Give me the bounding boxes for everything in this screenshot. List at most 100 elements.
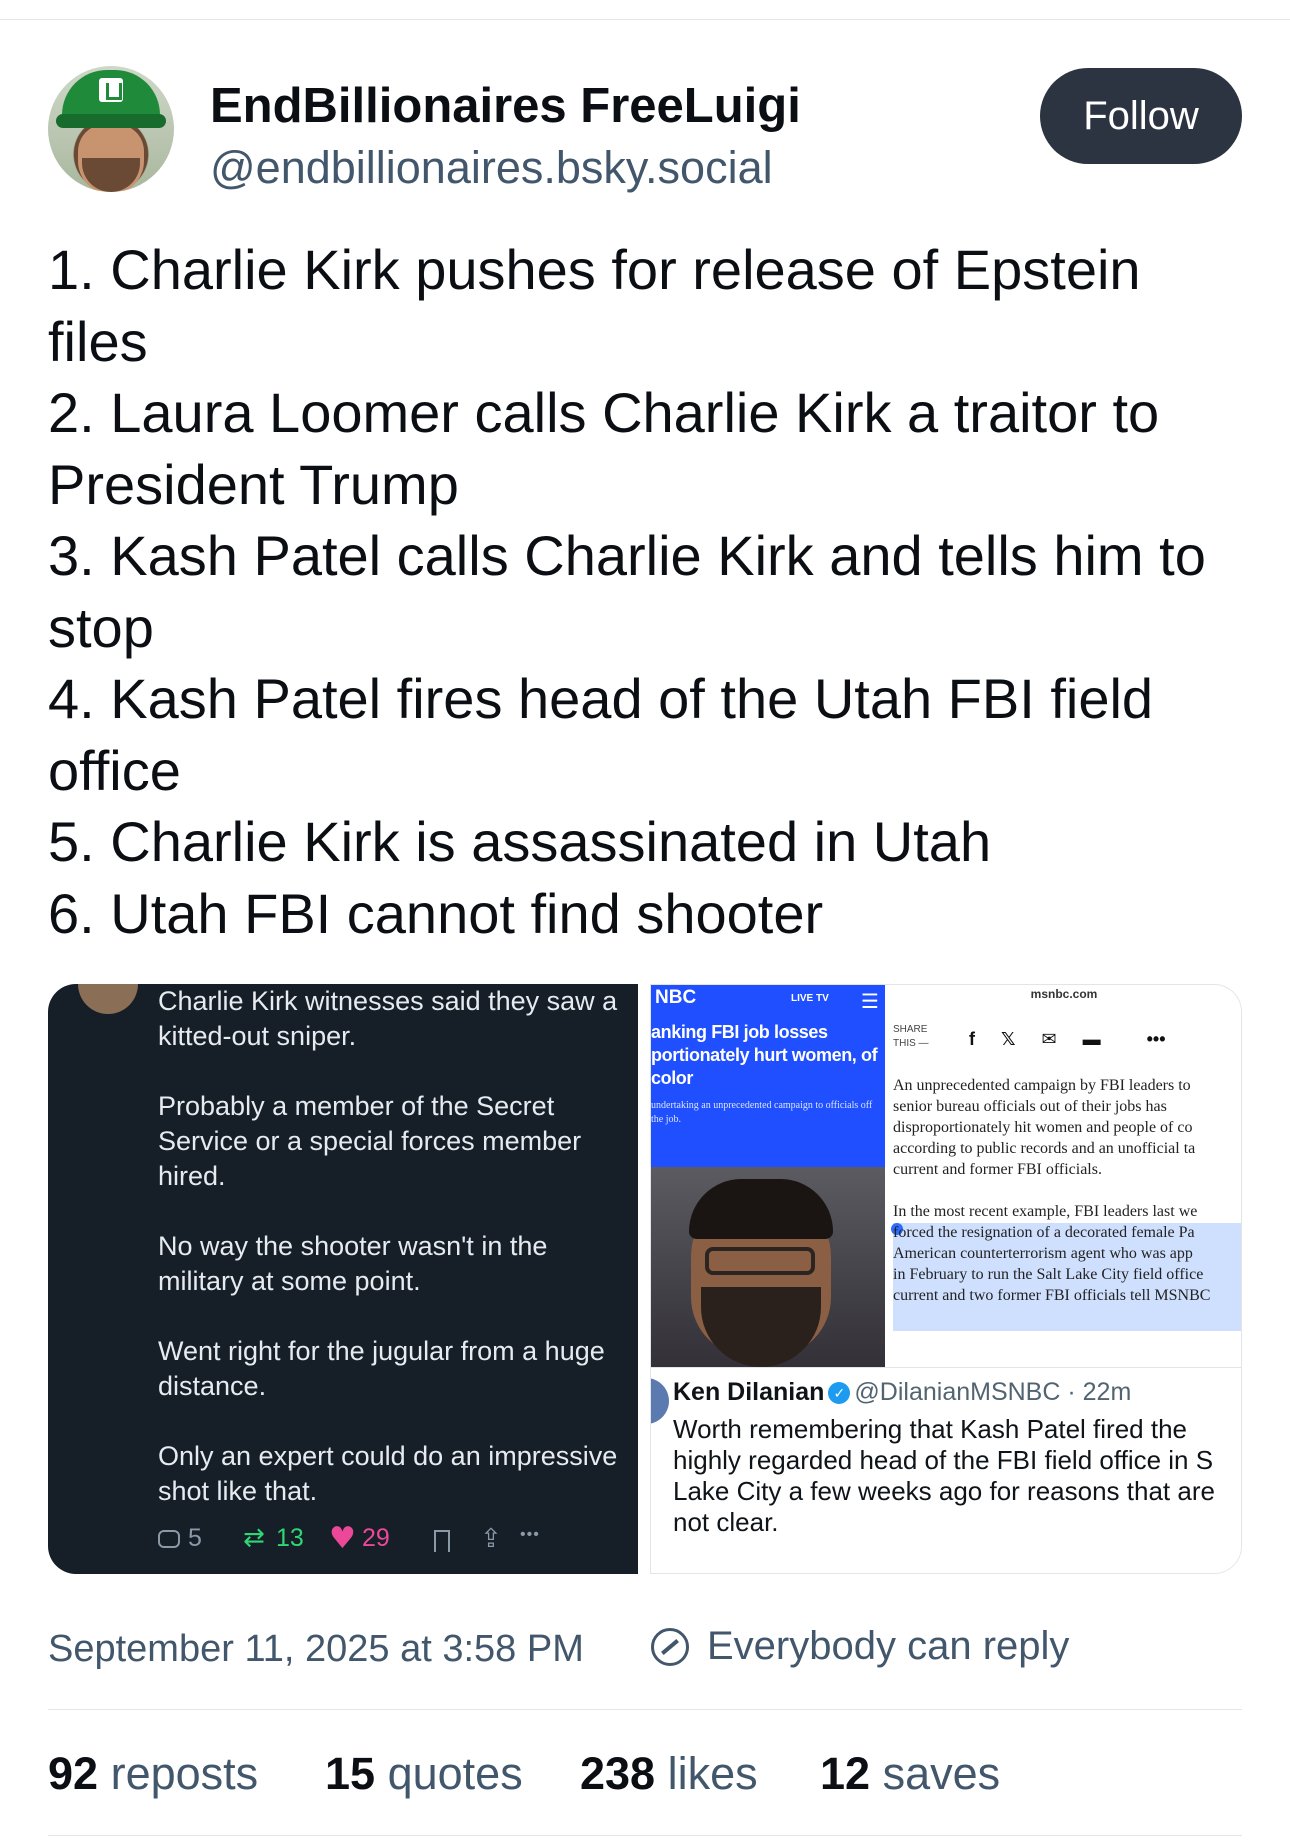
reply-icon bbox=[158, 1529, 180, 1548]
tweet-text: Worth remembering that Kash Patel fired … bbox=[673, 1414, 1233, 1538]
message-icon: ▬ bbox=[1082, 1029, 1101, 1049]
screenshot-reply-count: 5 bbox=[188, 1524, 202, 1552]
share-icon bbox=[480, 1524, 504, 1554]
facebook-icon: f bbox=[969, 1029, 975, 1049]
screenshot-repost-count: 13 bbox=[276, 1524, 304, 1552]
screenshot-reposts: 13 bbox=[243, 1523, 304, 1553]
article-line: An unprecedented campaign by FBI leaders… bbox=[893, 1077, 1191, 1094]
tweet-line: Lake City a few weeks ago for reasons th… bbox=[673, 1476, 1215, 1506]
likes-label: likes bbox=[667, 1748, 758, 1799]
attached-image-left[interactable]: Charlie Kirk witnesses said they saw a k… bbox=[48, 984, 638, 1574]
follow-button[interactable]: Follow bbox=[1040, 68, 1242, 164]
divider bbox=[48, 1835, 1242, 1836]
x-icon: 𝕏 bbox=[1001, 1029, 1016, 1049]
reposts-stat[interactable]: 92 reposts bbox=[48, 1748, 258, 1800]
msnbc-article-text: An unprecedented campaign by FBI leaders… bbox=[885, 1075, 1241, 1306]
quotes-stat[interactable]: 15 quotes bbox=[325, 1748, 523, 1800]
live-tv-label: LIVE TV bbox=[791, 993, 829, 1004]
reply-restriction-icon bbox=[651, 1628, 689, 1666]
post-line: 3. Kash Patel calls Charlie Kirk and tel… bbox=[48, 524, 1206, 587]
post-line: files bbox=[48, 309, 148, 373]
verified-icon: ✓ bbox=[828, 1382, 851, 1404]
repost-icon bbox=[243, 1523, 268, 1553]
photo-beard bbox=[701, 1287, 821, 1367]
nbc-logo: NBC bbox=[655, 987, 697, 1008]
article-line bbox=[893, 1180, 1241, 1201]
screenshot-paragraph: Charlie Kirk witnesses said they saw a k… bbox=[158, 986, 618, 1051]
tweet-line: not clear. bbox=[673, 1507, 779, 1537]
article-line: current and two former FBI officials tel… bbox=[893, 1287, 1211, 1304]
more-icon: ••• bbox=[1146, 1029, 1166, 1049]
article-line: forced the resignation of a decorated fe… bbox=[893, 1224, 1195, 1241]
share-icons: f 𝕏 ✉ ▬ ••• bbox=[969, 1029, 1166, 1050]
quotes-count: 15 bbox=[325, 1748, 376, 1799]
msnbc-domain: msnbc.com bbox=[1030, 987, 1098, 1001]
tweet-author-name: Ken Dilanian bbox=[673, 1378, 825, 1406]
post-text: 1. Charlie Kirk pushes for release of Ep… bbox=[48, 234, 1248, 949]
screenshot-avatar bbox=[78, 984, 138, 1014]
post-line: 1. Charlie Kirk pushes for release of Ep… bbox=[48, 238, 1141, 301]
post-line: office bbox=[48, 738, 181, 802]
post-line: President Trump bbox=[48, 452, 459, 516]
screenshot-paragraph: Only an expert could do an impressive sh… bbox=[158, 1441, 618, 1506]
article-line: current and former FBI officials. bbox=[893, 1161, 1102, 1178]
embedded-tweet: Ken Dilanian ✓ @DilanianMSNBC · 22m Worth … bbox=[651, 1367, 1241, 1573]
article-line: disproportionately hit women and people … bbox=[893, 1119, 1193, 1136]
article-line: according to public records and an unoff… bbox=[893, 1140, 1196, 1157]
tweet-separator: · bbox=[1060, 1378, 1083, 1406]
divider bbox=[48, 1709, 1242, 1710]
tweet-line: highly regarded head of the FBI field of… bbox=[673, 1445, 1214, 1475]
tweet-time: 22m bbox=[1082, 1378, 1132, 1406]
screenshot-paragraph: Probably a member of the Secret Service … bbox=[158, 1091, 582, 1191]
msnbc-toolbar: msnbc.com SHARE THIS — f 𝕏 ✉ ▬ ••• bbox=[885, 985, 1241, 1065]
bookmark-icon bbox=[434, 1530, 450, 1552]
screenshot-action-bar: 5 13 29 bbox=[158, 1521, 628, 1564]
tweet-handle: @DilanianMSNBC bbox=[854, 1378, 1061, 1406]
post-line: 6. Utah FBI cannot find shooter bbox=[48, 881, 824, 945]
screenshot-replies: 5 bbox=[158, 1524, 202, 1553]
article-line: in February to run the Salt Lake City fi… bbox=[893, 1266, 1204, 1283]
saves-label: saves bbox=[882, 1748, 1001, 1799]
tweet-line: Worth remembering that Kash Patel fired … bbox=[673, 1414, 1187, 1444]
post-line: 2. Laura Loomer calls Charlie Kirk a tra… bbox=[48, 381, 1160, 444]
avatar-cap-badge bbox=[99, 78, 123, 102]
saves-stat[interactable]: 12 saves bbox=[820, 1748, 1000, 1800]
menu-icon: ☰ bbox=[861, 991, 879, 1013]
nbc-header: NBC LIVE TV ☰ anking FBI job losses port… bbox=[651, 985, 885, 1185]
share-label: SHARE THIS — bbox=[893, 1024, 929, 1049]
post-line: 4. Kash Patel fires head of the Utah FBI… bbox=[48, 667, 1154, 730]
post-line: stop bbox=[48, 595, 154, 659]
tweet-avatar bbox=[651, 1378, 669, 1424]
article-line: American counterterrorism agent who was … bbox=[893, 1245, 1193, 1262]
saves-count: 12 bbox=[820, 1748, 871, 1799]
post-timestamp[interactable]: September 11, 2025 at 3:58 PM bbox=[48, 1628, 584, 1671]
quotes-label: quotes bbox=[387, 1748, 523, 1799]
email-icon: ✉ bbox=[1041, 1029, 1057, 1049]
attached-image-right[interactable]: NBC LIVE TV ☰ anking FBI job losses port… bbox=[650, 984, 1242, 1574]
likes-stat[interactable]: 238 likes bbox=[580, 1748, 758, 1800]
nbc-headline: anking FBI job losses portionately hurt … bbox=[651, 1022, 878, 1088]
screenshot-paragraph: No way the shooter wasn't in the militar… bbox=[158, 1231, 548, 1296]
article-line: In the most recent example, FBI leaders … bbox=[893, 1203, 1198, 1220]
photo-hair bbox=[689, 1179, 833, 1239]
top-divider bbox=[0, 19, 1290, 20]
reposts-count: 92 bbox=[48, 1748, 99, 1799]
author-avatar[interactable] bbox=[48, 66, 174, 192]
article-photo bbox=[651, 1167, 885, 1367]
screenshot-like-count: 29 bbox=[362, 1524, 390, 1552]
screenshot-likes: 29 bbox=[329, 1521, 390, 1556]
avatar-cap-brim bbox=[56, 114, 166, 128]
screenshot-post-text: Charlie Kirk witnesses said they saw a k… bbox=[158, 984, 628, 1544]
reply-scope[interactable]: Everybody can reply bbox=[707, 1624, 1069, 1669]
likes-count: 238 bbox=[580, 1748, 656, 1799]
tweet-header: Ken Dilanian ✓ @DilanianMSNBC · 22m bbox=[673, 1378, 1131, 1407]
photo-glasses bbox=[705, 1247, 815, 1275]
reposts-label: reposts bbox=[110, 1748, 259, 1799]
screenshot-paragraph: Went right for the jugular from a huge d… bbox=[158, 1336, 605, 1401]
post-line: 5. Charlie Kirk is assassinated in Utah bbox=[48, 810, 992, 873]
nbc-dek: undertaking an unprecedented campaign to… bbox=[651, 1100, 873, 1125]
author-handle[interactable]: @endbillionaires.bsky.social bbox=[210, 142, 773, 194]
heart-icon bbox=[329, 1521, 356, 1556]
author-display-name[interactable]: EndBillionaires FreeLuigi bbox=[210, 78, 801, 134]
more-icon bbox=[520, 1526, 550, 1554]
